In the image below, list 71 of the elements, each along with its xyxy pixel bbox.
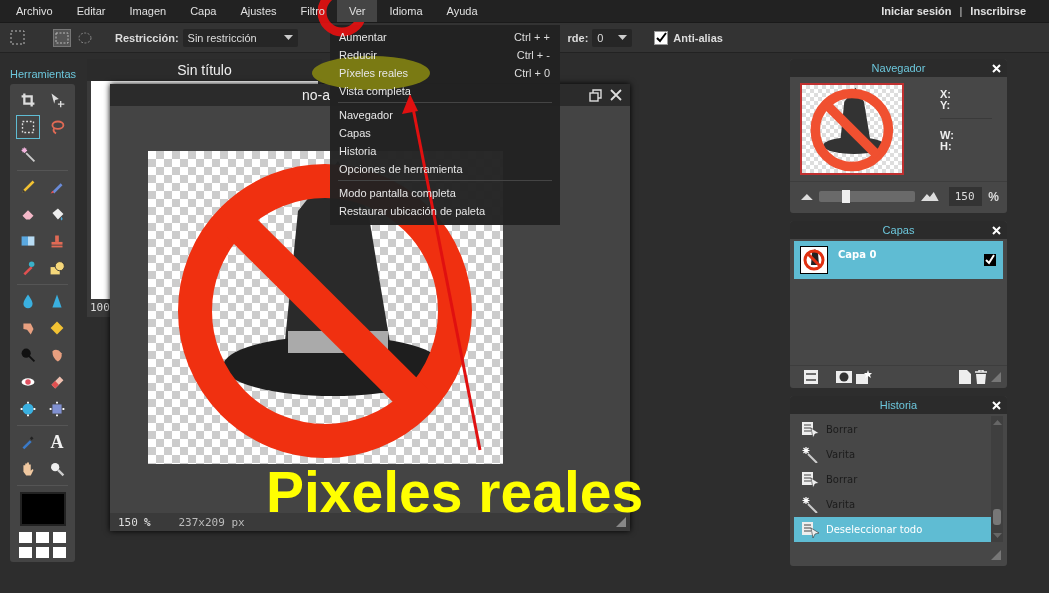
menu-item[interactable]: Idioma [377, 0, 435, 22]
menu-item[interactable]: Archivo [4, 0, 65, 22]
border-dropdown[interactable]: 0 [592, 28, 633, 47]
panel-title: Capas [882, 224, 915, 236]
color-swatch[interactable] [19, 492, 66, 526]
wand-icon [802, 496, 820, 513]
menu-item[interactable]: Capa [178, 0, 229, 22]
close-icon[interactable] [610, 89, 622, 101]
wand-icon [802, 446, 820, 463]
panel-title: Navegador [871, 62, 926, 74]
scroll-thumb[interactable] [993, 509, 1001, 525]
marquee-icon[interactable] [16, 115, 40, 139]
caret-icon [283, 34, 293, 41]
document-title: Sin título [87, 59, 322, 81]
menu-item[interactable]: Imagen [117, 0, 179, 22]
document-title: no-a [302, 87, 331, 103]
w-label: W: [940, 130, 955, 141]
antialias-label: Anti-alias [673, 31, 723, 44]
x-label: X: [940, 89, 952, 100]
mask-icon[interactable] [836, 371, 852, 383]
menu-item[interactable]: Aumentar Ctrl + + [330, 28, 560, 46]
panel-title: Historia [879, 399, 918, 411]
rectangle-shape-icon[interactable] [53, 28, 71, 47]
adjust-icon[interactable] [804, 370, 818, 384]
menu-item[interactable]: Capas [330, 124, 560, 142]
y-label: Y: [940, 100, 952, 111]
sign-in-link[interactable]: Iniciar sesión [876, 0, 957, 22]
zoom-input[interactable]: 150 [948, 187, 983, 206]
restore-icon[interactable] [589, 88, 602, 102]
text-tool[interactable]: A [45, 430, 69, 454]
menu-item[interactable]: Ajustes [228, 0, 289, 22]
restriction-label: Restricción: [115, 31, 179, 44]
zoom-slider[interactable] [818, 191, 916, 202]
marquee-icon[interactable] [9, 28, 27, 47]
new-layer-icon[interactable] [959, 370, 971, 384]
menu-item[interactable]: Píxeles reales Ctrl + 0 [330, 64, 560, 82]
document-cursor-icon [802, 471, 820, 488]
menu-item[interactable]: Historia [330, 142, 560, 160]
menu-item[interactable]: Vista completa [330, 82, 560, 100]
scrollbar[interactable] [991, 416, 1003, 542]
zoom-out-icon[interactable] [801, 193, 813, 200]
border-label: rde: [567, 31, 589, 44]
zoom-value[interactable]: 150 [118, 515, 138, 529]
document-cursor-icon [802, 521, 820, 538]
image-size: 237x209 px [178, 515, 246, 529]
sign-up-link[interactable]: Inscribirse [965, 0, 1031, 22]
percent-label: % [988, 189, 999, 204]
menu-item[interactable]: Reducir Ctrl + - [330, 46, 560, 64]
zoom-unit: % [143, 515, 151, 529]
antialias-checkbox[interactable] [654, 30, 669, 45]
menu-item[interactable]: Ver [336, 0, 378, 22]
sparkle-icon[interactable] [856, 370, 872, 384]
layer-thumbnail [800, 246, 828, 274]
zoom-in-icon[interactable] [921, 192, 939, 201]
annotation-caption: Pixeles reales [266, 468, 644, 516]
zoom-value: 100 [90, 301, 110, 314]
slider-thumb[interactable] [841, 190, 850, 203]
resize-icon[interactable] [616, 517, 626, 527]
menu-item[interactable]: Editar [64, 0, 118, 22]
visibility-checkbox[interactable] [984, 254, 996, 266]
menu-item[interactable]: Ayuda [434, 0, 490, 22]
document-cursor-icon [802, 421, 820, 438]
h-label: H: [940, 141, 953, 152]
navigator-thumbnail[interactable] [800, 83, 904, 175]
caret-icon [618, 34, 628, 41]
layer-name: Capa 0 [838, 248, 878, 260]
trash-icon[interactable] [975, 370, 987, 384]
menu-item[interactable]: Navegador [330, 106, 560, 124]
separator-text: | [958, 5, 964, 17]
tools-title: Herramientas [10, 68, 75, 80]
restriction-dropdown[interactable]: Sin restricción [182, 28, 298, 47]
